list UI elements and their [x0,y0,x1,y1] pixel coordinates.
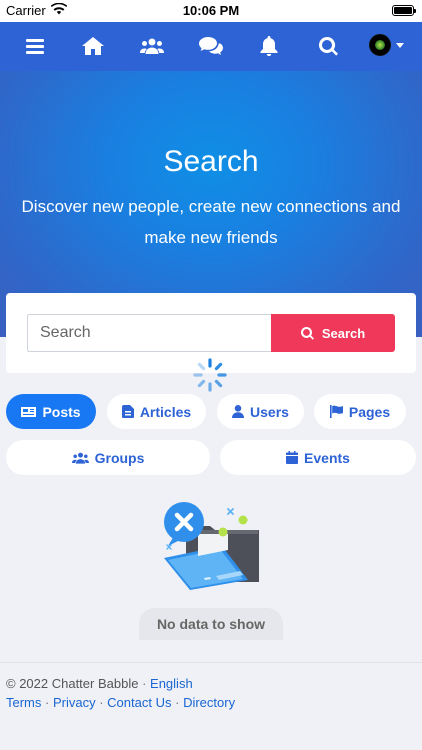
search-button[interactable]: Search [271,314,395,352]
language-link[interactable]: English [150,676,193,691]
filter-articles[interactable]: Articles [107,394,206,429]
filter-posts[interactable]: Posts [6,394,96,429]
footer-divider [0,662,422,663]
groups-icon [71,452,89,464]
menu-icon[interactable] [21,32,49,60]
search-button-label: Search [321,325,366,341]
bell-icon[interactable] [255,32,283,60]
search-icon [300,326,314,340]
filter-events-label: Events [304,449,350,466]
footer-links: Terms · Privacy · Contact Us · Directory [6,695,236,710]
copyright-text: © 2022 Chatter Babble [6,676,139,691]
filter-articles-label: Articles [139,403,192,420]
footer-copyright-line: © 2022 Chatter Babble · English [6,676,193,691]
contact-link[interactable]: Contact Us [107,695,171,710]
terms-link[interactable]: Terms [6,695,41,710]
chat-icon[interactable] [197,32,225,60]
newspaper-icon [21,406,37,417]
avatar-image [375,40,385,50]
directory-link[interactable]: Directory [183,695,235,710]
filter-pages[interactable]: Pages [314,394,406,429]
battery-icon [392,5,416,16]
article-icon [121,405,134,418]
people-icon[interactable] [138,32,166,60]
search-input[interactable] [27,314,273,352]
top-navbar [0,22,422,71]
filter-events[interactable]: Events [220,440,416,475]
chevron-down-icon[interactable] [396,43,404,48]
loading-spinner-icon [193,358,227,392]
flag-icon [329,405,343,418]
avatar[interactable] [369,34,391,56]
status-bar: Carrier 10:06 PM [0,0,422,22]
home-icon[interactable] [79,32,107,60]
privacy-link[interactable]: Privacy [53,695,96,710]
filter-pages-label: Pages [348,403,391,420]
filter-groups-label: Groups [94,449,145,466]
filter-users[interactable]: Users [217,394,304,429]
page-title: Search [163,145,259,178]
user-icon [232,405,245,418]
empty-state-message: No data to show [139,608,283,640]
filter-groups[interactable]: Groups [6,440,210,475]
search-icon[interactable] [314,32,342,60]
filter-posts-label: Posts [42,403,81,420]
empty-folder-illustration [164,502,259,590]
filter-users-label: Users [250,403,289,420]
page-subtitle: Discover new people, create new connecti… [21,197,401,247]
status-time: 10:06 PM [182,3,240,18]
calendar-icon [286,451,299,464]
